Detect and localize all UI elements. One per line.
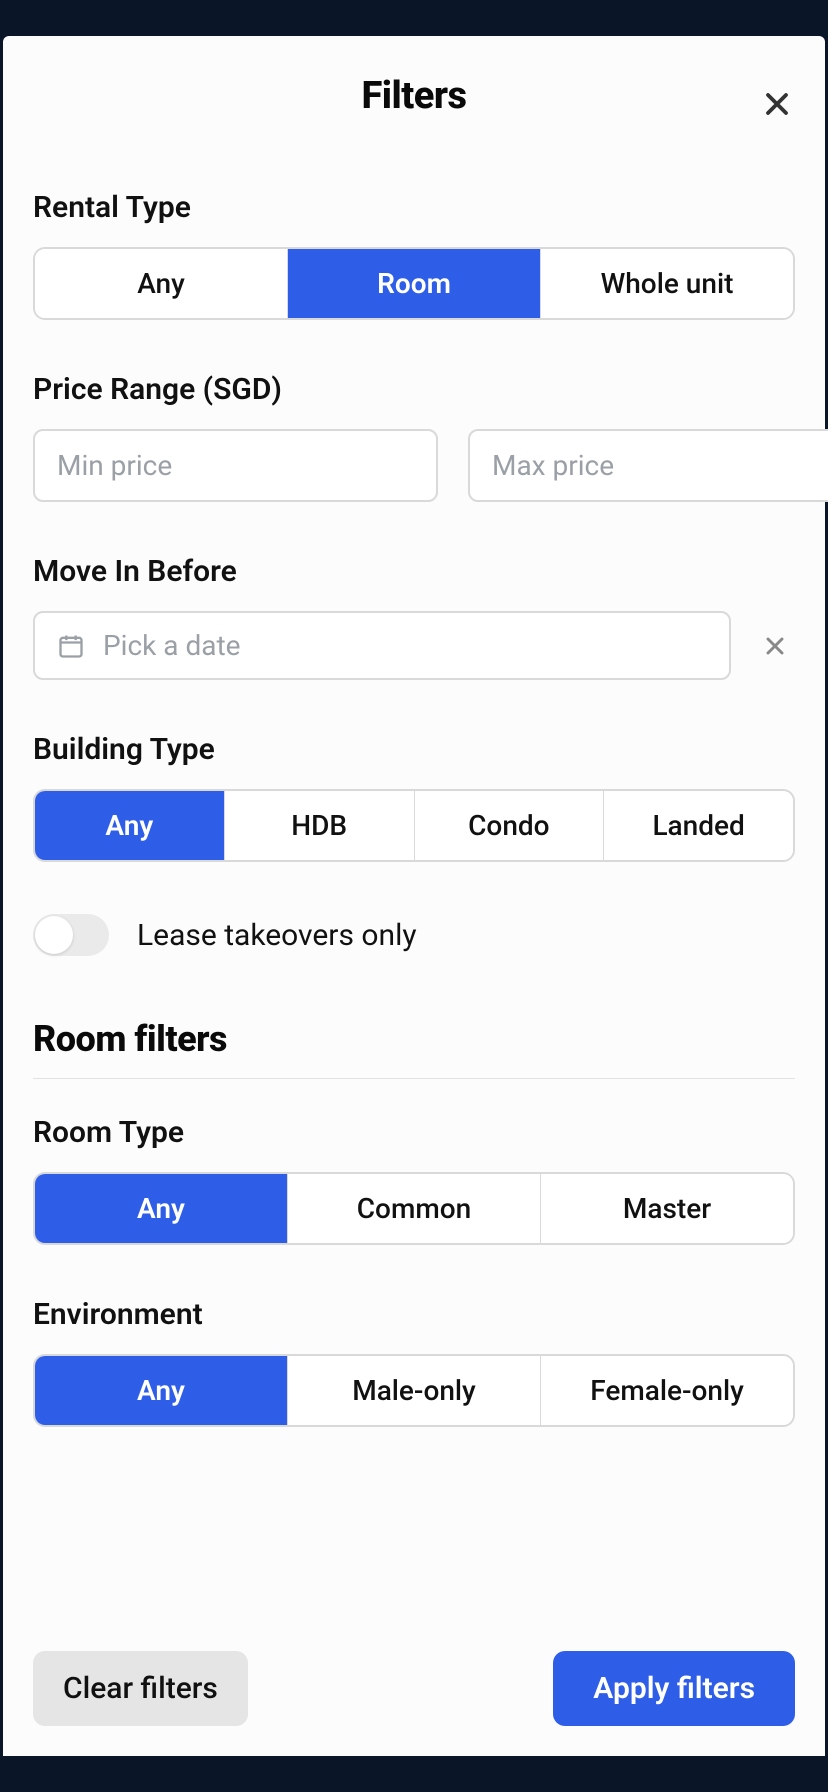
building-type-condo[interactable]: Condo [415,791,605,860]
modal-title: Filters [361,74,466,118]
lease-takeover-row: Lease takeovers only [33,914,795,956]
price-range-section: Price Range (SGD) [33,372,795,502]
room-type-master[interactable]: Master [541,1174,793,1243]
building-type-hdb[interactable]: HDB [225,791,415,860]
min-price-input[interactable] [33,429,438,502]
close-icon [759,86,795,122]
lease-takeover-label: Lease takeovers only [137,918,417,953]
modal-footer: Clear filters Apply filters [33,1623,795,1726]
room-type-common[interactable]: Common [288,1174,541,1243]
move-in-label: Move In Before [33,554,795,589]
close-icon [761,632,789,660]
move-in-placeholder: Pick a date [103,629,240,662]
price-range-label: Price Range (SGD) [33,372,795,407]
room-filters-divider [33,1078,795,1079]
toggle-knob [35,916,73,954]
building-type-segmented: Any HDB Condo Landed [33,789,795,862]
clear-filters-button[interactable]: Clear filters [33,1651,248,1726]
rental-type-any[interactable]: Any [35,249,288,318]
lease-takeover-section: Lease takeovers only [33,914,795,956]
calendar-icon [57,632,85,660]
modal-header: Filters [33,74,795,118]
room-type-label: Room Type [33,1115,795,1150]
environment-label: Environment [33,1297,795,1332]
room-type-any[interactable]: Any [35,1174,288,1243]
filters-modal: Filters Rental Type Any Room Whole unit … [3,36,825,1756]
rental-type-whole[interactable]: Whole unit [541,249,793,318]
max-price-input[interactable] [468,429,828,502]
rental-type-segmented: Any Room Whole unit [33,247,795,320]
rental-type-label: Rental Type [33,190,795,225]
apply-filters-button[interactable]: Apply filters [553,1651,795,1726]
environment-any[interactable]: Any [35,1356,288,1425]
move-in-section: Move In Before Pick a date [33,554,795,680]
environment-section: Environment Any Male-only Female-only [33,1297,795,1427]
move-in-clear-button[interactable] [755,626,795,666]
environment-male[interactable]: Male-only [288,1356,541,1425]
rental-type-room[interactable]: Room [288,249,541,318]
building-type-landed[interactable]: Landed [604,791,793,860]
room-type-segmented: Any Common Master [33,1172,795,1245]
price-range-row [33,429,795,502]
building-type-label: Building Type [33,732,795,767]
close-button[interactable] [753,80,801,128]
room-type-section: Room Type Any Common Master [33,1115,795,1245]
building-type-any[interactable]: Any [35,791,225,860]
rental-type-section: Rental Type Any Room Whole unit [33,190,795,320]
room-filters-header: Room filters [33,1018,795,1060]
lease-takeover-toggle[interactable] [33,914,109,956]
move-in-row: Pick a date [33,611,795,680]
move-in-date-input[interactable]: Pick a date [33,611,731,680]
environment-segmented: Any Male-only Female-only [33,1354,795,1427]
environment-female[interactable]: Female-only [541,1356,793,1425]
building-type-section: Building Type Any HDB Condo Landed [33,732,795,862]
